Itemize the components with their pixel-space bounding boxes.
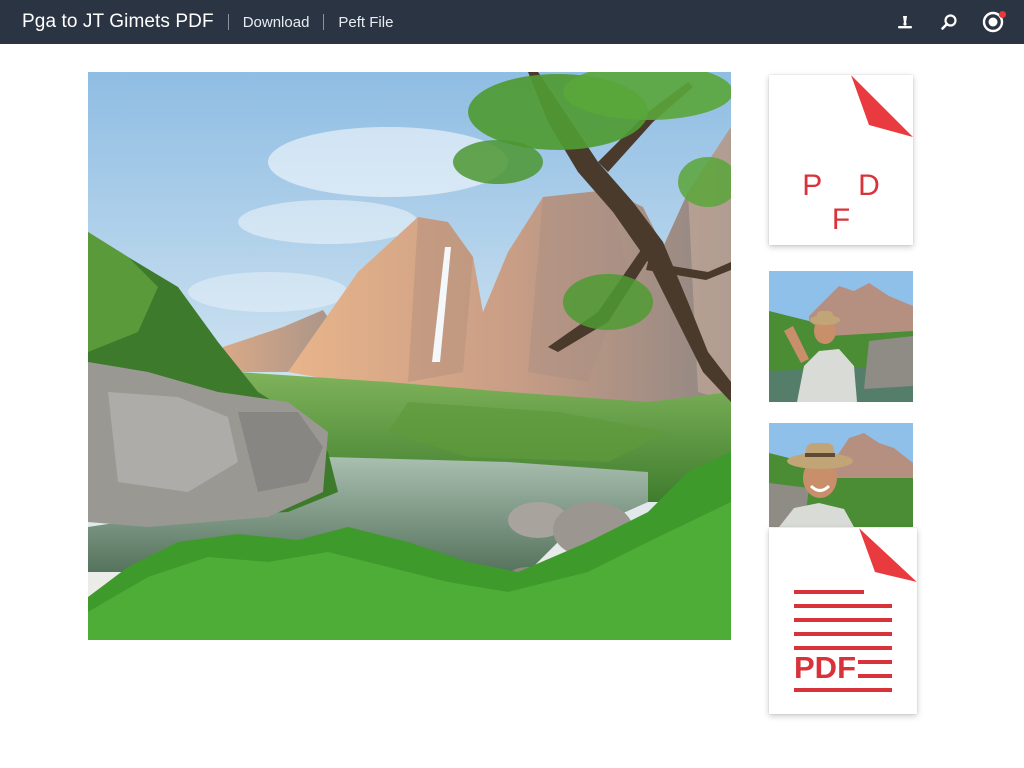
pdf-file-link[interactable]: Peft File [338, 14, 393, 31]
pdf-file-card[interactable]: P D F [769, 75, 913, 245]
download-link[interactable]: Download [243, 14, 310, 31]
pdf-document-card[interactable]: PDF [769, 528, 917, 714]
thumbnail-1[interactable] [769, 271, 913, 402]
thumbnail-2[interactable] [769, 423, 913, 527]
notification-dot [999, 11, 1006, 18]
top-bar: Pga to JT Gimets PDF Download Peft File [0, 0, 1024, 44]
profile-icon[interactable] [982, 11, 1006, 33]
divider [323, 14, 325, 30]
app-title: Pga to JT Gimets PDF [22, 11, 214, 32]
divider [227, 14, 229, 30]
person-photo-1 [769, 271, 913, 402]
pdf-label: P D F [802, 169, 894, 236]
pdf-label: PDF [794, 650, 858, 685]
top-icons [894, 0, 1006, 44]
person-photo-2 [769, 423, 913, 527]
search-icon[interactable] [938, 11, 960, 33]
pdf-document-icon [794, 528, 917, 692]
landscape-photo [88, 72, 731, 640]
upload-icon[interactable] [894, 11, 916, 33]
main-image[interactable] [88, 72, 731, 640]
